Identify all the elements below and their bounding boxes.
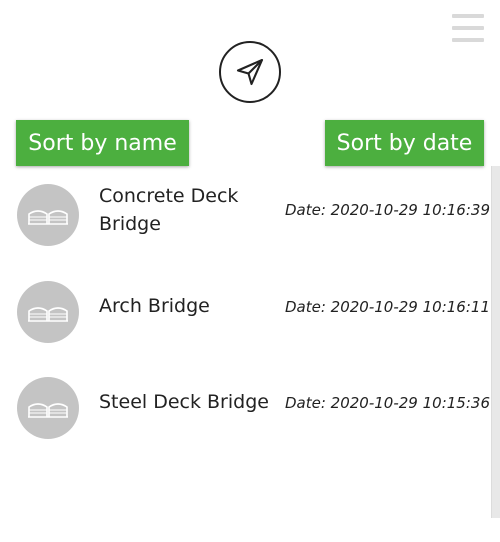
- sort-by-name-button[interactable]: Sort by name: [16, 120, 189, 166]
- item-name: Arch Bridge: [99, 295, 210, 317]
- list-item[interactable]: Concrete Deck Bridge Date: 2020-10-29 10…: [0, 172, 490, 252]
- item-date: Date: 2020-10-29 10:15:36: [285, 394, 490, 412]
- bridge-icon: [28, 403, 68, 418]
- list-item[interactable]: Arch Bridge Date: 2020-10-29 10:16:11: [0, 269, 490, 349]
- item-avatar: [17, 184, 79, 246]
- item-date: Date: 2020-10-29 10:16:11: [285, 298, 490, 316]
- navigate-button[interactable]: [219, 41, 281, 103]
- hamburger-menu-icon[interactable]: [452, 14, 484, 42]
- item-avatar: [17, 377, 79, 439]
- list-item[interactable]: Steel Deck Bridge Date: 2020-10-29 10:15…: [0, 365, 490, 445]
- item-name: Steel Deck Bridge: [99, 391, 269, 413]
- item-avatar: [17, 281, 79, 343]
- send-arrow-icon: [236, 58, 264, 86]
- item-name: Concrete Deck Bridge: [99, 185, 239, 235]
- list-scrollbar[interactable]: [491, 166, 500, 518]
- item-date: Date: 2020-10-29 10:16:39: [285, 201, 490, 219]
- bridge-icon: [28, 210, 68, 225]
- app-page: Sort by name Sort by date Concrete Deck …: [0, 0, 500, 542]
- bridge-icon: [28, 307, 68, 322]
- sort-by-date-button[interactable]: Sort by date: [325, 120, 484, 166]
